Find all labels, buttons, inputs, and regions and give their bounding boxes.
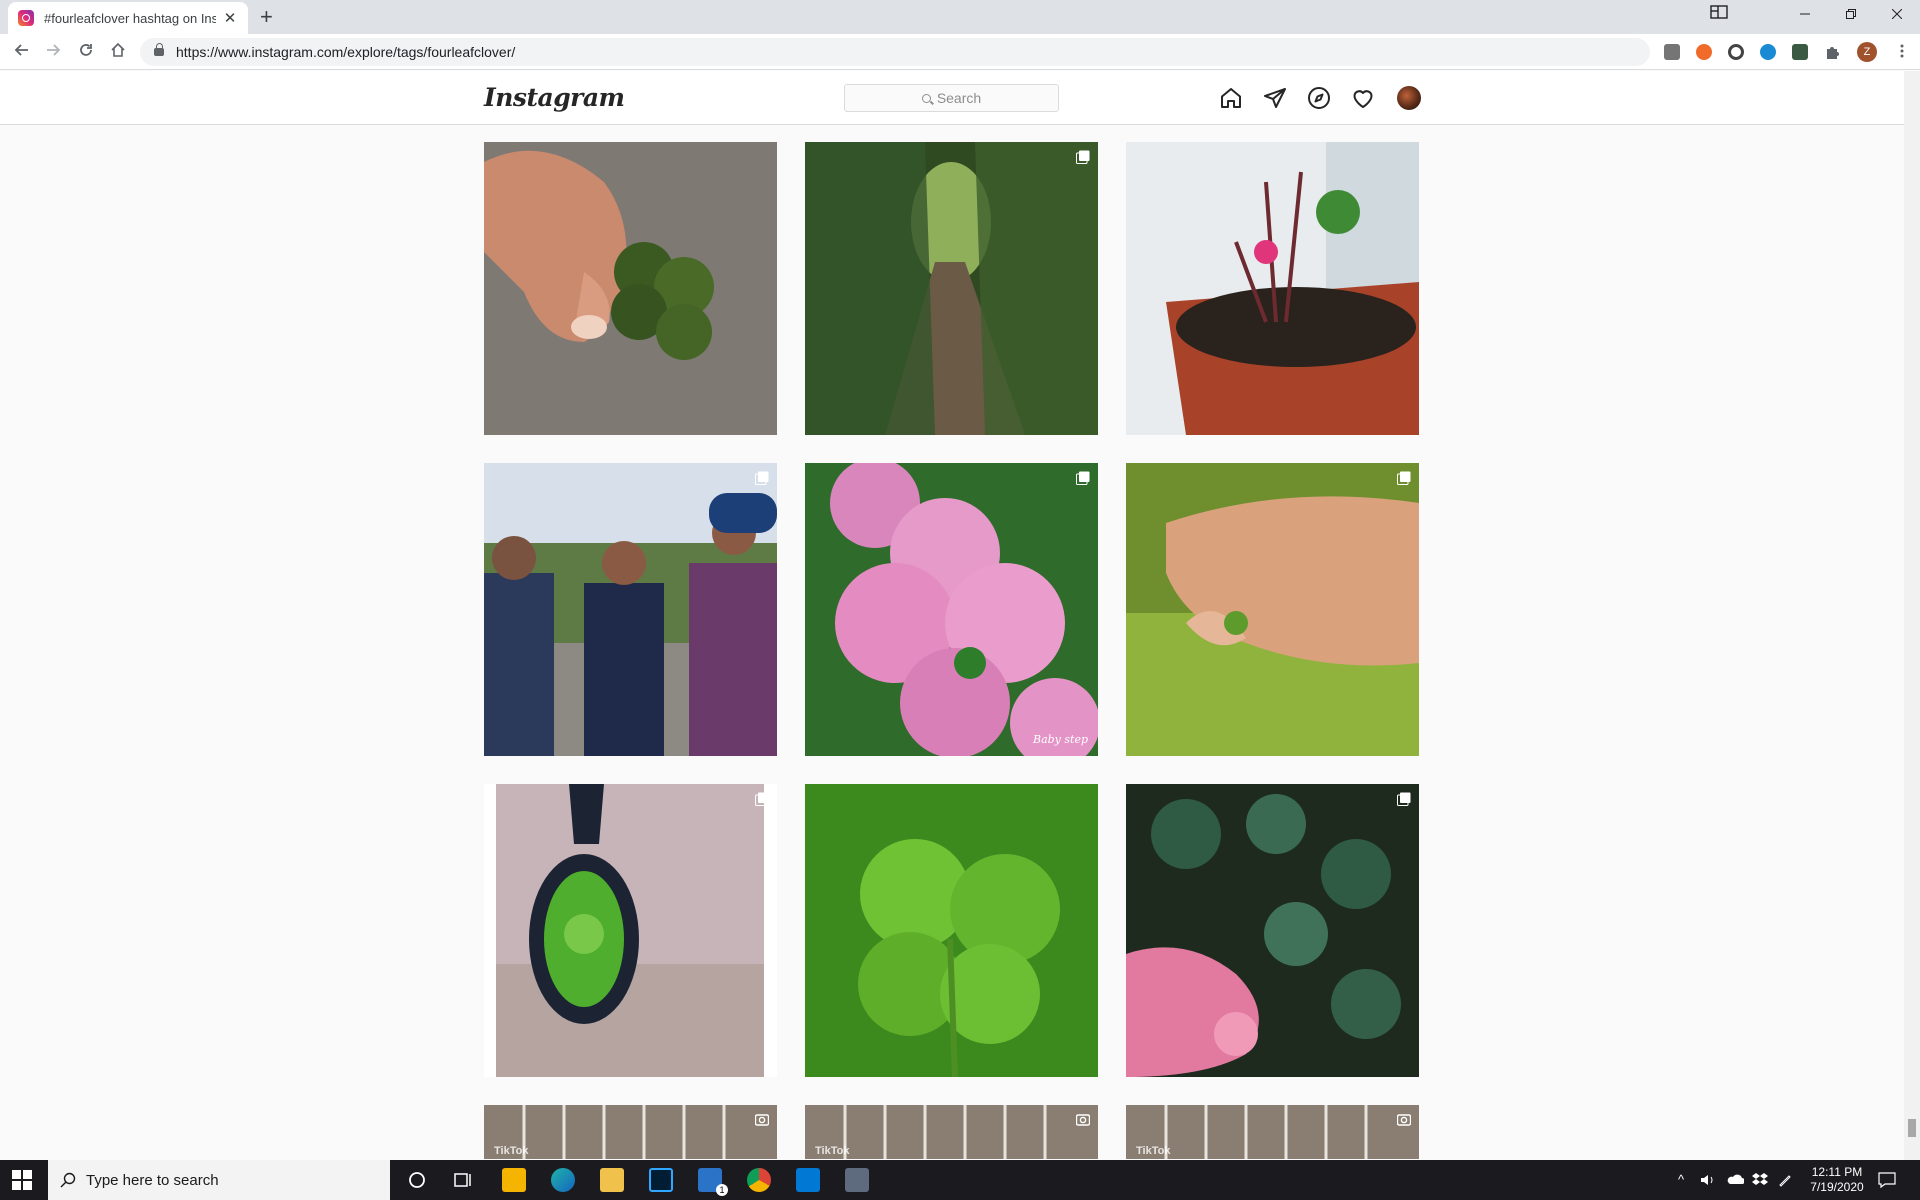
extension-orange-icon[interactable] xyxy=(1696,44,1712,60)
post-tile[interactable] xyxy=(1126,784,1419,1077)
browser-tab-strip: #fourleafclover hashtag on Instag ✕ + xyxy=(0,0,1920,34)
browser-tab[interactable]: #fourleafclover hashtag on Instag ✕ xyxy=(8,2,248,34)
video-icon xyxy=(755,1114,769,1126)
windows-start-icon[interactable] xyxy=(12,1170,32,1190)
video-icon xyxy=(1397,1114,1411,1126)
carousel-icon xyxy=(755,471,769,485)
instagram-favicon-icon xyxy=(18,10,34,26)
post-image xyxy=(484,784,777,1077)
activity-heart-icon[interactable] xyxy=(1351,86,1375,110)
home-icon[interactable] xyxy=(106,40,130,64)
post-image xyxy=(1126,463,1419,756)
dropbox-icon[interactable] xyxy=(1752,1173,1768,1200)
file-explorer-icon[interactable] xyxy=(600,1168,624,1192)
tiktok-watermark: TikTok xyxy=(494,1145,529,1157)
windows-taskbar: Type here to search 1 ^ 12:11 PM 7/19/20… xyxy=(0,1160,1920,1200)
explore-compass-icon[interactable] xyxy=(1307,86,1331,110)
extensions-puzzle-icon[interactable] xyxy=(1824,44,1840,60)
tab-search-icon[interactable] xyxy=(1696,0,1742,30)
mail-badge: 1 xyxy=(716,1184,728,1196)
task-view-icon[interactable] xyxy=(451,1168,475,1192)
scrollbar-thumb[interactable] xyxy=(1908,1119,1916,1137)
calculator-icon[interactable] xyxy=(845,1168,869,1192)
post-tile[interactable] xyxy=(484,463,777,756)
post-image xyxy=(484,463,777,756)
video-icon xyxy=(1076,1114,1090,1126)
tab-title: #fourleafclover hashtag on Instag xyxy=(44,10,216,26)
taskbar-search-input[interactable]: Type here to search xyxy=(48,1160,390,1200)
post-tile[interactable] xyxy=(805,784,1098,1077)
cortana-icon[interactable] xyxy=(405,1168,429,1192)
carousel-icon xyxy=(1397,471,1411,485)
carousel-icon xyxy=(1076,150,1090,164)
clock[interactable]: 12:11 PM 7/19/2020 xyxy=(1802,1160,1872,1200)
chrome-icon[interactable] xyxy=(747,1168,771,1192)
back-arrow-icon[interactable] xyxy=(10,40,34,64)
post-tile[interactable] xyxy=(1126,142,1419,435)
post-tile[interactable]: TikTok xyxy=(1126,1105,1419,1159)
taskbar-search-placeholder: Type here to search xyxy=(86,1171,219,1189)
tiktok-watermark: TikTok xyxy=(815,1145,850,1157)
onedrive-icon[interactable] xyxy=(1726,1173,1745,1200)
outlook-icon[interactable] xyxy=(796,1168,820,1192)
post-tile[interactable]: TikTok xyxy=(805,1105,1098,1159)
url-text: https://www.instagram.com/explore/tags/f… xyxy=(176,44,516,60)
post-image xyxy=(805,784,1098,1077)
volume-icon[interactable] xyxy=(1700,1173,1716,1200)
post-tile[interactable] xyxy=(484,784,777,1077)
home-nav-icon[interactable] xyxy=(1219,86,1243,110)
browser-menu-icon[interactable] xyxy=(1890,40,1914,64)
tray-chevron-icon[interactable]: ^ xyxy=(1678,1160,1684,1200)
browser-toolbar: https://www.instagram.com/explore/tags/f… xyxy=(0,34,1920,70)
clock-date: 7/19/2020 xyxy=(1810,1180,1864,1194)
photoshop-icon[interactable] xyxy=(649,1168,673,1192)
post-tile[interactable]: TikTok xyxy=(484,1105,777,1159)
post-image xyxy=(1126,784,1419,1077)
close-window-button[interactable] xyxy=(1874,0,1920,30)
tab-close-icon[interactable]: ✕ xyxy=(222,9,238,27)
pen-icon[interactable] xyxy=(1778,1173,1792,1200)
extension-g-icon[interactable] xyxy=(1664,44,1680,60)
mail-icon[interactable]: 1 xyxy=(698,1168,728,1196)
extension-green-icon[interactable] xyxy=(1792,44,1808,60)
page-scrollbar[interactable] xyxy=(1904,71,1920,1160)
post-image xyxy=(805,142,1098,435)
search-icon xyxy=(921,93,931,103)
extension-circle-icon[interactable] xyxy=(1728,44,1744,60)
address-bar[interactable]: https://www.instagram.com/explore/tags/f… xyxy=(140,38,1650,66)
extension-blue-icon[interactable] xyxy=(1760,44,1776,60)
user-avatar[interactable] xyxy=(1397,86,1421,110)
search-icon xyxy=(60,1172,76,1188)
instagram-logo[interactable]: Instagram xyxy=(484,83,625,112)
notifications-icon[interactable] xyxy=(1878,1171,1896,1200)
post-image xyxy=(1126,142,1419,435)
post-tile[interactable] xyxy=(805,142,1098,435)
page-viewport: Instagram Search Baby step TikTok TikTok… xyxy=(0,71,1904,1160)
instagram-header: Instagram Search xyxy=(0,71,1904,125)
new-tab-button[interactable]: + xyxy=(260,5,273,29)
forward-arrow-icon[interactable] xyxy=(41,40,65,64)
search-input[interactable]: Search xyxy=(844,84,1059,112)
carousel-icon xyxy=(1076,471,1090,485)
post-image xyxy=(805,463,1098,756)
edge-browser-icon[interactable] xyxy=(551,1168,575,1192)
profile-avatar[interactable]: Z xyxy=(1857,42,1877,62)
carousel-icon xyxy=(755,792,769,806)
direct-messages-icon[interactable] xyxy=(1263,86,1287,110)
post-tile[interactable] xyxy=(1126,463,1419,756)
lock-icon xyxy=(154,43,164,56)
restore-button[interactable] xyxy=(1828,0,1874,30)
post-image xyxy=(484,142,777,435)
post-tile[interactable] xyxy=(484,142,777,435)
carousel-icon xyxy=(1397,792,1411,806)
post-tile[interactable]: Baby step xyxy=(805,463,1098,756)
reload-icon[interactable] xyxy=(74,40,98,64)
photo-watermark: Baby step xyxy=(1032,733,1088,746)
clock-time: 12:11 PM xyxy=(1811,1165,1863,1179)
store-icon[interactable] xyxy=(502,1168,526,1192)
tiktok-watermark: TikTok xyxy=(1136,1145,1171,1157)
search-placeholder: Search xyxy=(936,90,982,106)
minimize-button[interactable] xyxy=(1782,0,1828,30)
